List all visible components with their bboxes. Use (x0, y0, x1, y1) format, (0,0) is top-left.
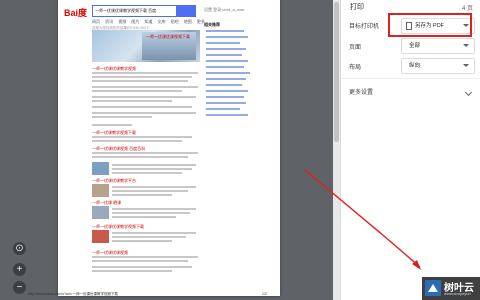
watermark: 树叶云 www.shuyeyun (422, 277, 480, 300)
watermark-sub: www.shuyeyun (444, 291, 471, 296)
annotation-arrow (304, 169, 421, 270)
watermark-logo-icon (425, 280, 441, 296)
